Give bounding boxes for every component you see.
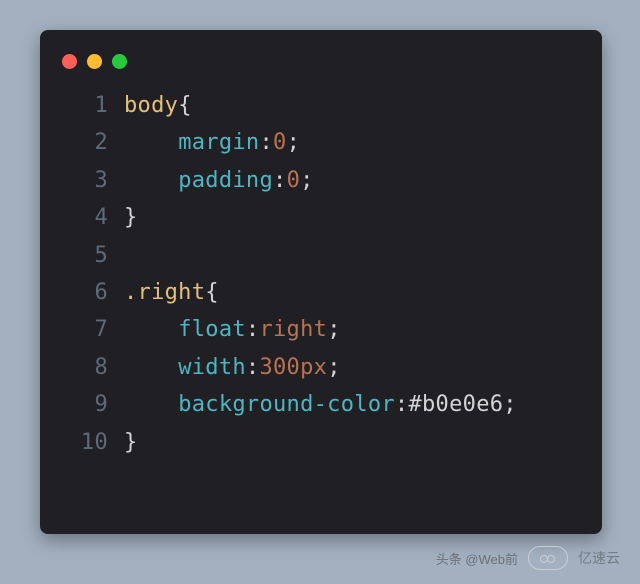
- code-token: padding: [178, 162, 273, 199]
- code-line: 9 background-color:#b0e0e6;: [62, 386, 580, 423]
- code-token: {: [205, 274, 219, 311]
- code-token: 0: [273, 124, 287, 161]
- code-line: 7 float:right;: [62, 311, 580, 348]
- code-token: 300px: [259, 349, 327, 386]
- code-token: :: [395, 386, 409, 423]
- close-icon[interactable]: [62, 54, 77, 69]
- code-token: .right: [124, 274, 205, 311]
- code-token: :: [246, 349, 260, 386]
- code-token: [124, 162, 178, 199]
- line-number: 5: [62, 237, 124, 274]
- code-token: ;: [327, 311, 341, 348]
- code-block: 1body{2 margin:0;3 padding:0;4}56.right{…: [62, 87, 580, 461]
- watermark-source: 头条 @Web前: [436, 549, 518, 568]
- code-token: width: [178, 349, 246, 386]
- code-token: ;: [327, 349, 341, 386]
- code-token: [124, 311, 178, 348]
- code-token: ;: [300, 162, 314, 199]
- code-token: :: [273, 162, 287, 199]
- code-line: 4}: [62, 199, 580, 236]
- cloud-icon: [528, 546, 568, 570]
- code-line: 8 width:300px;: [62, 349, 580, 386]
- code-token: background-color: [178, 386, 395, 423]
- line-number: 4: [62, 199, 124, 236]
- code-token: [124, 386, 178, 423]
- code-line: 1body{: [62, 87, 580, 124]
- code-token: {: [178, 87, 192, 124]
- code-line: 6.right{: [62, 274, 580, 311]
- line-number: 7: [62, 311, 124, 348]
- code-token: #b0e0e6: [408, 386, 503, 423]
- line-number: 8: [62, 349, 124, 386]
- line-number: 10: [62, 424, 124, 461]
- code-line: 2 margin:0;: [62, 124, 580, 161]
- code-token: }: [124, 199, 138, 236]
- code-token: [124, 124, 178, 161]
- code-line: 5: [62, 237, 580, 274]
- code-token: :: [246, 311, 260, 348]
- code-token: }: [124, 424, 138, 461]
- code-token: [124, 349, 178, 386]
- watermark: 头条 @Web前 亿速云: [436, 546, 620, 570]
- code-token: body: [124, 87, 178, 124]
- line-number: 6: [62, 274, 124, 311]
- code-token: ;: [503, 386, 517, 423]
- code-token: 0: [287, 162, 301, 199]
- line-number: 9: [62, 386, 124, 423]
- code-editor-window: 1body{2 margin:0;3 padding:0;4}56.right{…: [40, 30, 602, 534]
- line-number: 1: [62, 87, 124, 124]
- line-number: 3: [62, 162, 124, 199]
- code-token: ;: [287, 124, 301, 161]
- code-token: margin: [178, 124, 259, 161]
- code-line: 3 padding:0;: [62, 162, 580, 199]
- watermark-brand: 亿速云: [578, 548, 620, 568]
- line-number: 2: [62, 124, 124, 161]
- code-line: 10}: [62, 424, 580, 461]
- code-token: :: [259, 124, 273, 161]
- minimize-icon[interactable]: [87, 54, 102, 69]
- code-token: right: [259, 311, 327, 348]
- traffic-lights: [62, 54, 580, 69]
- code-token: float: [178, 311, 246, 348]
- zoom-icon[interactable]: [112, 54, 127, 69]
